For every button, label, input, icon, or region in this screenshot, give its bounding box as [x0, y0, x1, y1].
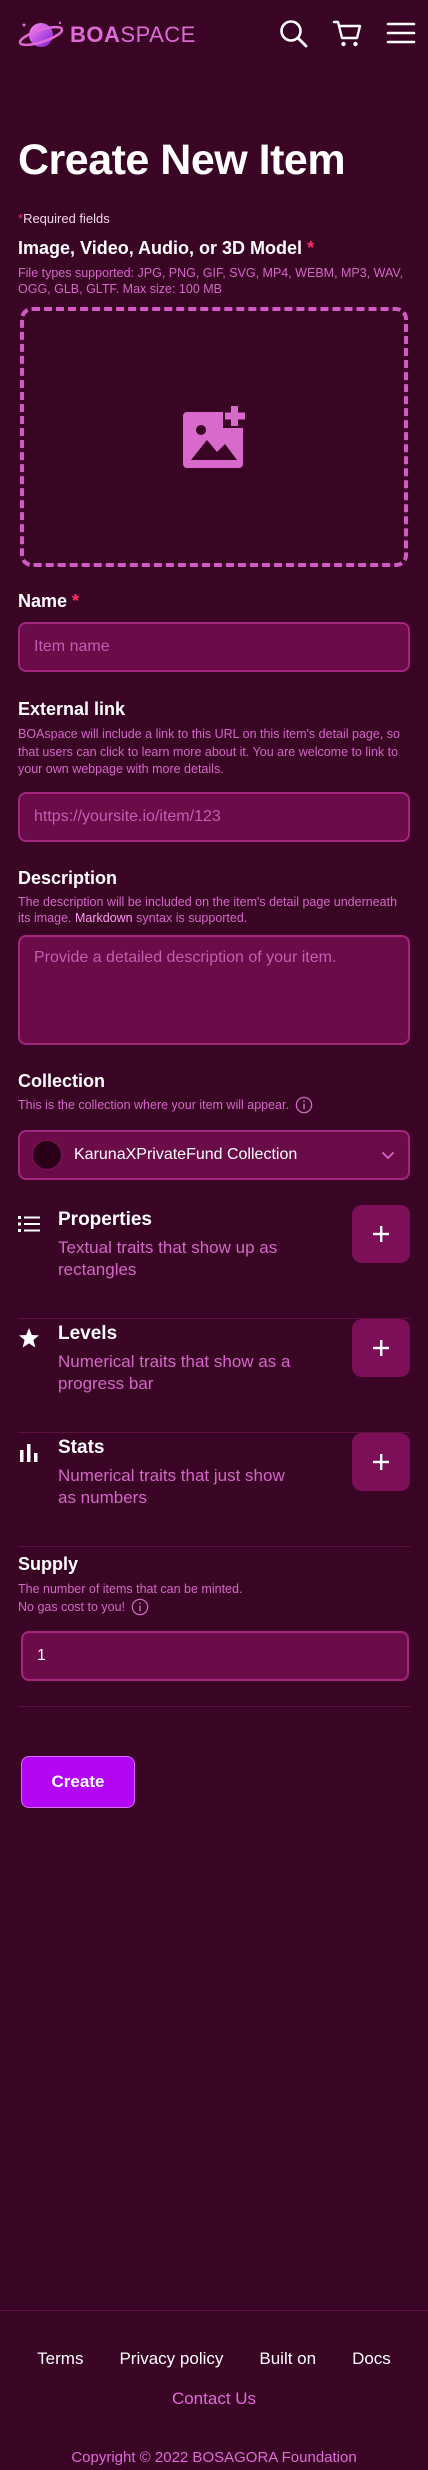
footer-link-terms[interactable]: Terms — [37, 2349, 83, 2369]
menu-icon[interactable] — [386, 18, 416, 48]
required-fields-note: *Required fields — [18, 211, 110, 226]
supply-hint-line1: The number of items that can be minted. — [18, 1582, 243, 1596]
info-icon[interactable] — [131, 1598, 149, 1616]
copyright-text: Copyright © 2022 BOSAGORA Foundation — [71, 2449, 357, 2466]
media-section: Image, Video, Audio, or 3D Model * File … — [18, 238, 410, 297]
trait-subtitle: Numerical traits that show as a progress… — [58, 1352, 291, 1393]
contact-us-link[interactable]: Contact Us — [0, 2389, 428, 2409]
supply-hint-line2: No gas cost to you! — [18, 1599, 126, 1614]
supply-input[interactable]: 1 — [21, 1631, 409, 1681]
markdown-link[interactable]: Markdown — [75, 911, 133, 925]
trait-title: Stats — [58, 1437, 105, 1458]
external-link-input[interactable]: https://yoursite.io/item/123 — [18, 792, 410, 842]
brand-logo[interactable]: BOASPACE — [16, 17, 196, 53]
name-input-placeholder: Item name — [34, 638, 110, 655]
name-input[interactable]: Item name — [18, 622, 410, 672]
header-actions — [278, 18, 416, 48]
page-footer: Terms Privacy policy Built on Docs Conta… — [0, 2310, 428, 2470]
cart-icon[interactable] — [332, 18, 362, 48]
footer-link-privacy[interactable]: Privacy policy — [119, 2349, 223, 2369]
plus-icon — [373, 1454, 389, 1470]
add-properties-button[interactable] — [352, 1205, 410, 1263]
collection-avatar — [32, 1140, 62, 1170]
brand-name-light: SPACE — [120, 22, 196, 47]
collection-hint-text: This is the collection where your item w… — [18, 1098, 289, 1112]
media-hint: File types supported: JPG, PNG, GIF, SVG… — [18, 266, 404, 296]
external-link-placeholder: https://yoursite.io/item/123 — [34, 808, 221, 825]
collection-hint: This is the collection where your item w… — [18, 1096, 410, 1114]
required-star: * — [72, 591, 80, 611]
list-icon — [18, 1216, 40, 1232]
planet-logo-icon — [18, 21, 64, 47]
supply-value: 1 — [37, 1647, 46, 1664]
required-note-text: Required fields — [23, 211, 110, 226]
collection-selected-value: KarunaXPrivateFund Collection — [74, 1146, 298, 1163]
media-label-text: Image, Video, Audio, or 3D Model — [18, 238, 303, 258]
footer-links: Terms Privacy policy Built on Docs — [0, 2349, 428, 2369]
supply-hint: The number of items that can be minted. … — [18, 1581, 410, 1616]
add-levels-button[interactable] — [352, 1319, 410, 1377]
media-dropzone[interactable] — [20, 307, 408, 567]
supply-label: Supply — [18, 1554, 79, 1574]
external-link-hint: BOAspace will include a link to this URL… — [18, 727, 400, 776]
description-hint-text-end: syntax is supported. — [132, 911, 248, 925]
brand-name: BOASPACE — [70, 22, 196, 48]
chevron-down-icon — [382, 1152, 394, 1159]
media-label: Image, Video, Audio, or 3D Model * — [18, 238, 410, 259]
collection-label: Collection — [18, 1071, 106, 1091]
plus-icon — [373, 1226, 389, 1242]
plus-icon — [373, 1340, 389, 1356]
supply-hint-row2: No gas cost to you! — [18, 1598, 410, 1616]
properties-row: Properties Textual traits that show up a… — [18, 1205, 410, 1319]
external-link-label: External link — [18, 699, 126, 719]
add-stats-button[interactable] — [352, 1433, 410, 1491]
create-button[interactable]: Create — [21, 1756, 135, 1808]
add-image-icon — [183, 404, 247, 468]
bar-chart-icon — [20, 1444, 38, 1462]
info-icon[interactable] — [295, 1096, 313, 1114]
required-star: * — [307, 238, 315, 258]
stats-row: Stats Numerical traits that just show as… — [18, 1433, 410, 1547]
description-textarea[interactable]: Provide a detailed description of your i… — [18, 935, 410, 1045]
description-placeholder: Provide a detailed description of your i… — [34, 949, 337, 966]
top-header: BOASPACE — [0, 0, 428, 70]
trait-title: Properties — [58, 1209, 152, 1230]
footer-link-built-on[interactable]: Built on — [259, 2349, 316, 2369]
page-title: Create New Item — [18, 136, 346, 184]
search-icon[interactable] — [278, 18, 308, 48]
trait-subtitle: Numerical traits that just show as numbe… — [58, 1466, 285, 1507]
name-label: Name * — [18, 591, 79, 612]
brand-name-bold: BOA — [70, 22, 121, 47]
description-hint: The description will be included on the … — [18, 894, 410, 926]
collection-select[interactable]: KarunaXPrivateFund Collection — [18, 1130, 410, 1180]
divider — [18, 1706, 410, 1707]
star-icon — [19, 1328, 39, 1348]
name-label-text: Name — [18, 591, 68, 611]
trait-subtitle: Textual traits that show up as rectangle… — [58, 1238, 278, 1279]
levels-row: Levels Numerical traits that show as a p… — [18, 1319, 410, 1433]
description-label: Description — [18, 868, 118, 888]
trait-title: Levels — [58, 1323, 118, 1344]
footer-link-docs[interactable]: Docs — [352, 2349, 391, 2369]
